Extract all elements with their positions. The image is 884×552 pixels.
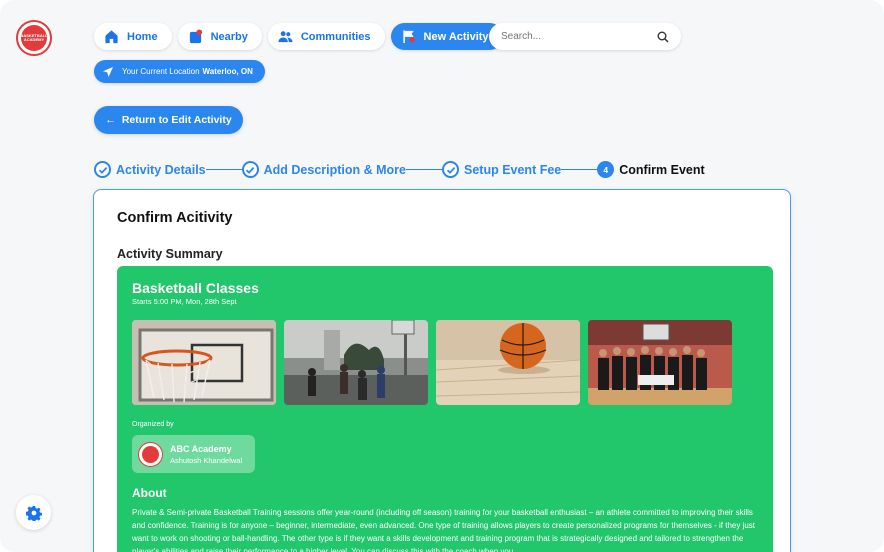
search-icon[interactable] [657, 31, 669, 43]
navigation-arrow-icon [103, 66, 113, 77]
activity-photo[interactable] [436, 320, 580, 405]
users-icon [278, 31, 293, 43]
step-activity-details[interactable]: Activity Details [94, 161, 206, 178]
confirm-activity-card: Confirm Acitivity Activity Summary Baske… [93, 189, 791, 552]
nav-home-label: Home [127, 30, 158, 43]
nav-nearby-label: Nearby [210, 30, 248, 43]
about-heading: About [132, 486, 167, 500]
step-connector [561, 168, 598, 171]
gear-icon [25, 505, 42, 521]
return-to-edit-label: Return to Edit Activity [121, 114, 232, 126]
home-icon [105, 30, 118, 44]
map-pin-icon [189, 29, 202, 44]
organizer-avatar [138, 441, 163, 467]
activity-summary-panel: Basketball Classes Starts 5:00 PM, Mon, … [117, 266, 773, 552]
nav-new-activity-label: New Activity [423, 30, 489, 43]
academy-logo[interactable]: BASKETBALL ACADEMY [16, 20, 52, 56]
location-prefix: Your Current Location [122, 67, 200, 76]
step-add-description[interactable]: Add Description & More [241, 161, 406, 178]
return-to-edit-button[interactable]: ← Return to Edit Activity [94, 106, 243, 134]
step-setup-event-fee[interactable]: Setup Event Fee [442, 161, 561, 178]
settings-button[interactable] [16, 495, 51, 530]
app-frame: BASKETBALL ACADEMY Home Nearby Communiti… [0, 0, 884, 552]
step-label: Activity Details [116, 162, 206, 177]
step-label: Setup Event Fee [464, 162, 562, 177]
summary-heading: Activity Summary [117, 247, 223, 261]
about-text: Private & Semi-private Basketball Traini… [132, 508, 756, 552]
step-label: Confirm Event [619, 162, 705, 177]
activity-photo[interactable] [588, 320, 732, 405]
search-input[interactable] [501, 31, 657, 42]
step-label: Add Description & More [263, 162, 406, 177]
activity-photo[interactable] [132, 320, 276, 405]
flag-icon [402, 30, 415, 44]
arrow-left-icon: ← [105, 114, 116, 126]
step-connector [406, 168, 442, 171]
activity-photo[interactable] [284, 320, 428, 405]
activity-start-time: Starts 5:00 PM, Mon, 28th Sept [132, 297, 237, 306]
main-nav: Home Nearby Communities New Activity [94, 23, 503, 50]
activity-photos [132, 320, 732, 405]
nav-nearby[interactable]: Nearby [177, 23, 262, 50]
progress-stepper: Activity Details Add Description & More … [94, 161, 705, 178]
organizer-card[interactable]: ABC Academy Ashutosh Khandelwal [132, 435, 255, 473]
check-icon [442, 161, 459, 178]
current-location-badge[interactable]: Your Current Location Waterloo, ON [94, 60, 265, 83]
organized-by-label: Organized by [132, 421, 174, 428]
activity-name: Basketball Classes [132, 280, 259, 296]
logo-text: BASKETBALL ACADEMY [20, 25, 48, 51]
step-number: 4 [597, 161, 615, 178]
step-connector [205, 168, 242, 171]
nav-home[interactable]: Home [94, 23, 172, 50]
step-confirm-event[interactable]: 4 Confirm Event [597, 161, 705, 178]
search-bar[interactable] [489, 23, 681, 50]
check-icon [94, 161, 111, 178]
organizer-person: Ashutosh Khandelwal [170, 455, 243, 465]
card-title: Confirm Acitivity [117, 210, 233, 226]
nav-communities[interactable]: Communities [267, 23, 385, 50]
check-icon [241, 161, 259, 178]
nav-new-activity[interactable]: New Activity [390, 23, 503, 50]
nav-communities-label: Communities [300, 30, 371, 43]
organizer-name: ABC Academy [170, 443, 232, 454]
location-value: Waterloo, ON [202, 67, 253, 76]
